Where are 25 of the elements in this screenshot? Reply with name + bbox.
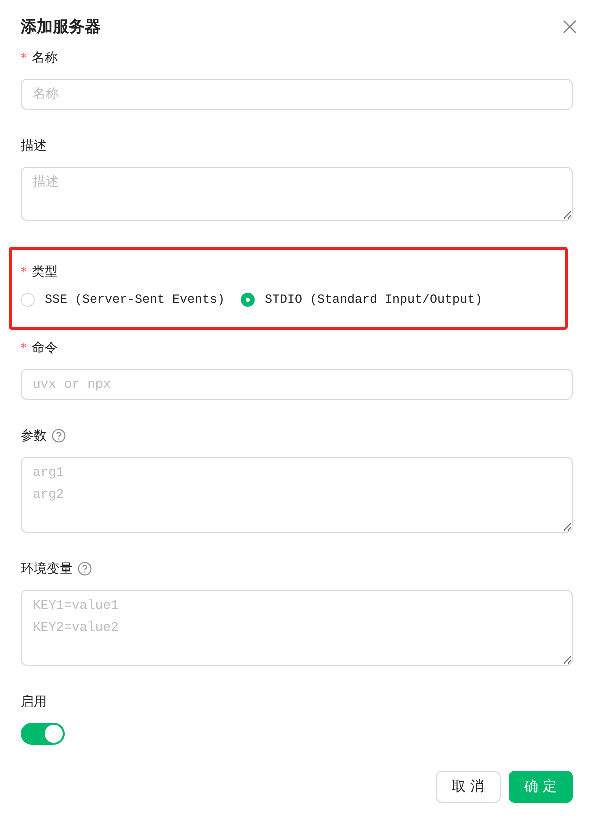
field-label: 环境变量 [21,561,73,578]
text-input-field[interactable]: uvx or npx [21,369,573,400]
field-label: 参数 [21,428,47,445]
textarea-field[interactable]: 描述 [21,167,573,221]
radio-option[interactable]: SSE (Server-Sent Events) [21,293,226,307]
field-label: 启用 [21,694,47,711]
close-icon[interactable] [563,20,577,34]
radio-button[interactable] [21,293,35,307]
text-input-field[interactable]: 名称 [21,79,573,110]
help-icon[interactable] [78,562,92,576]
radio-option[interactable]: STDIO (Standard Input/Output) [241,293,483,307]
textarea-field[interactable]: arg1 arg2 [21,457,573,533]
required-asterisk: * [21,51,27,65]
help-icon[interactable] [52,429,66,443]
textarea-field[interactable]: KEY1=value1 KEY2=value2 [21,590,573,666]
field-label: 类型 [32,264,58,281]
required-asterisk: * [21,265,27,279]
field-label: 名称 [32,50,58,67]
toggle-switch[interactable] [21,723,65,745]
field-label: 描述 [21,138,47,155]
cancel-button[interactable]: 取 消 [436,771,501,803]
radio-button[interactable] [241,293,256,307]
required-asterisk: * [21,341,27,355]
dialog-title: 添加服务器 [21,16,101,38]
field-label: 命令 [32,340,58,357]
